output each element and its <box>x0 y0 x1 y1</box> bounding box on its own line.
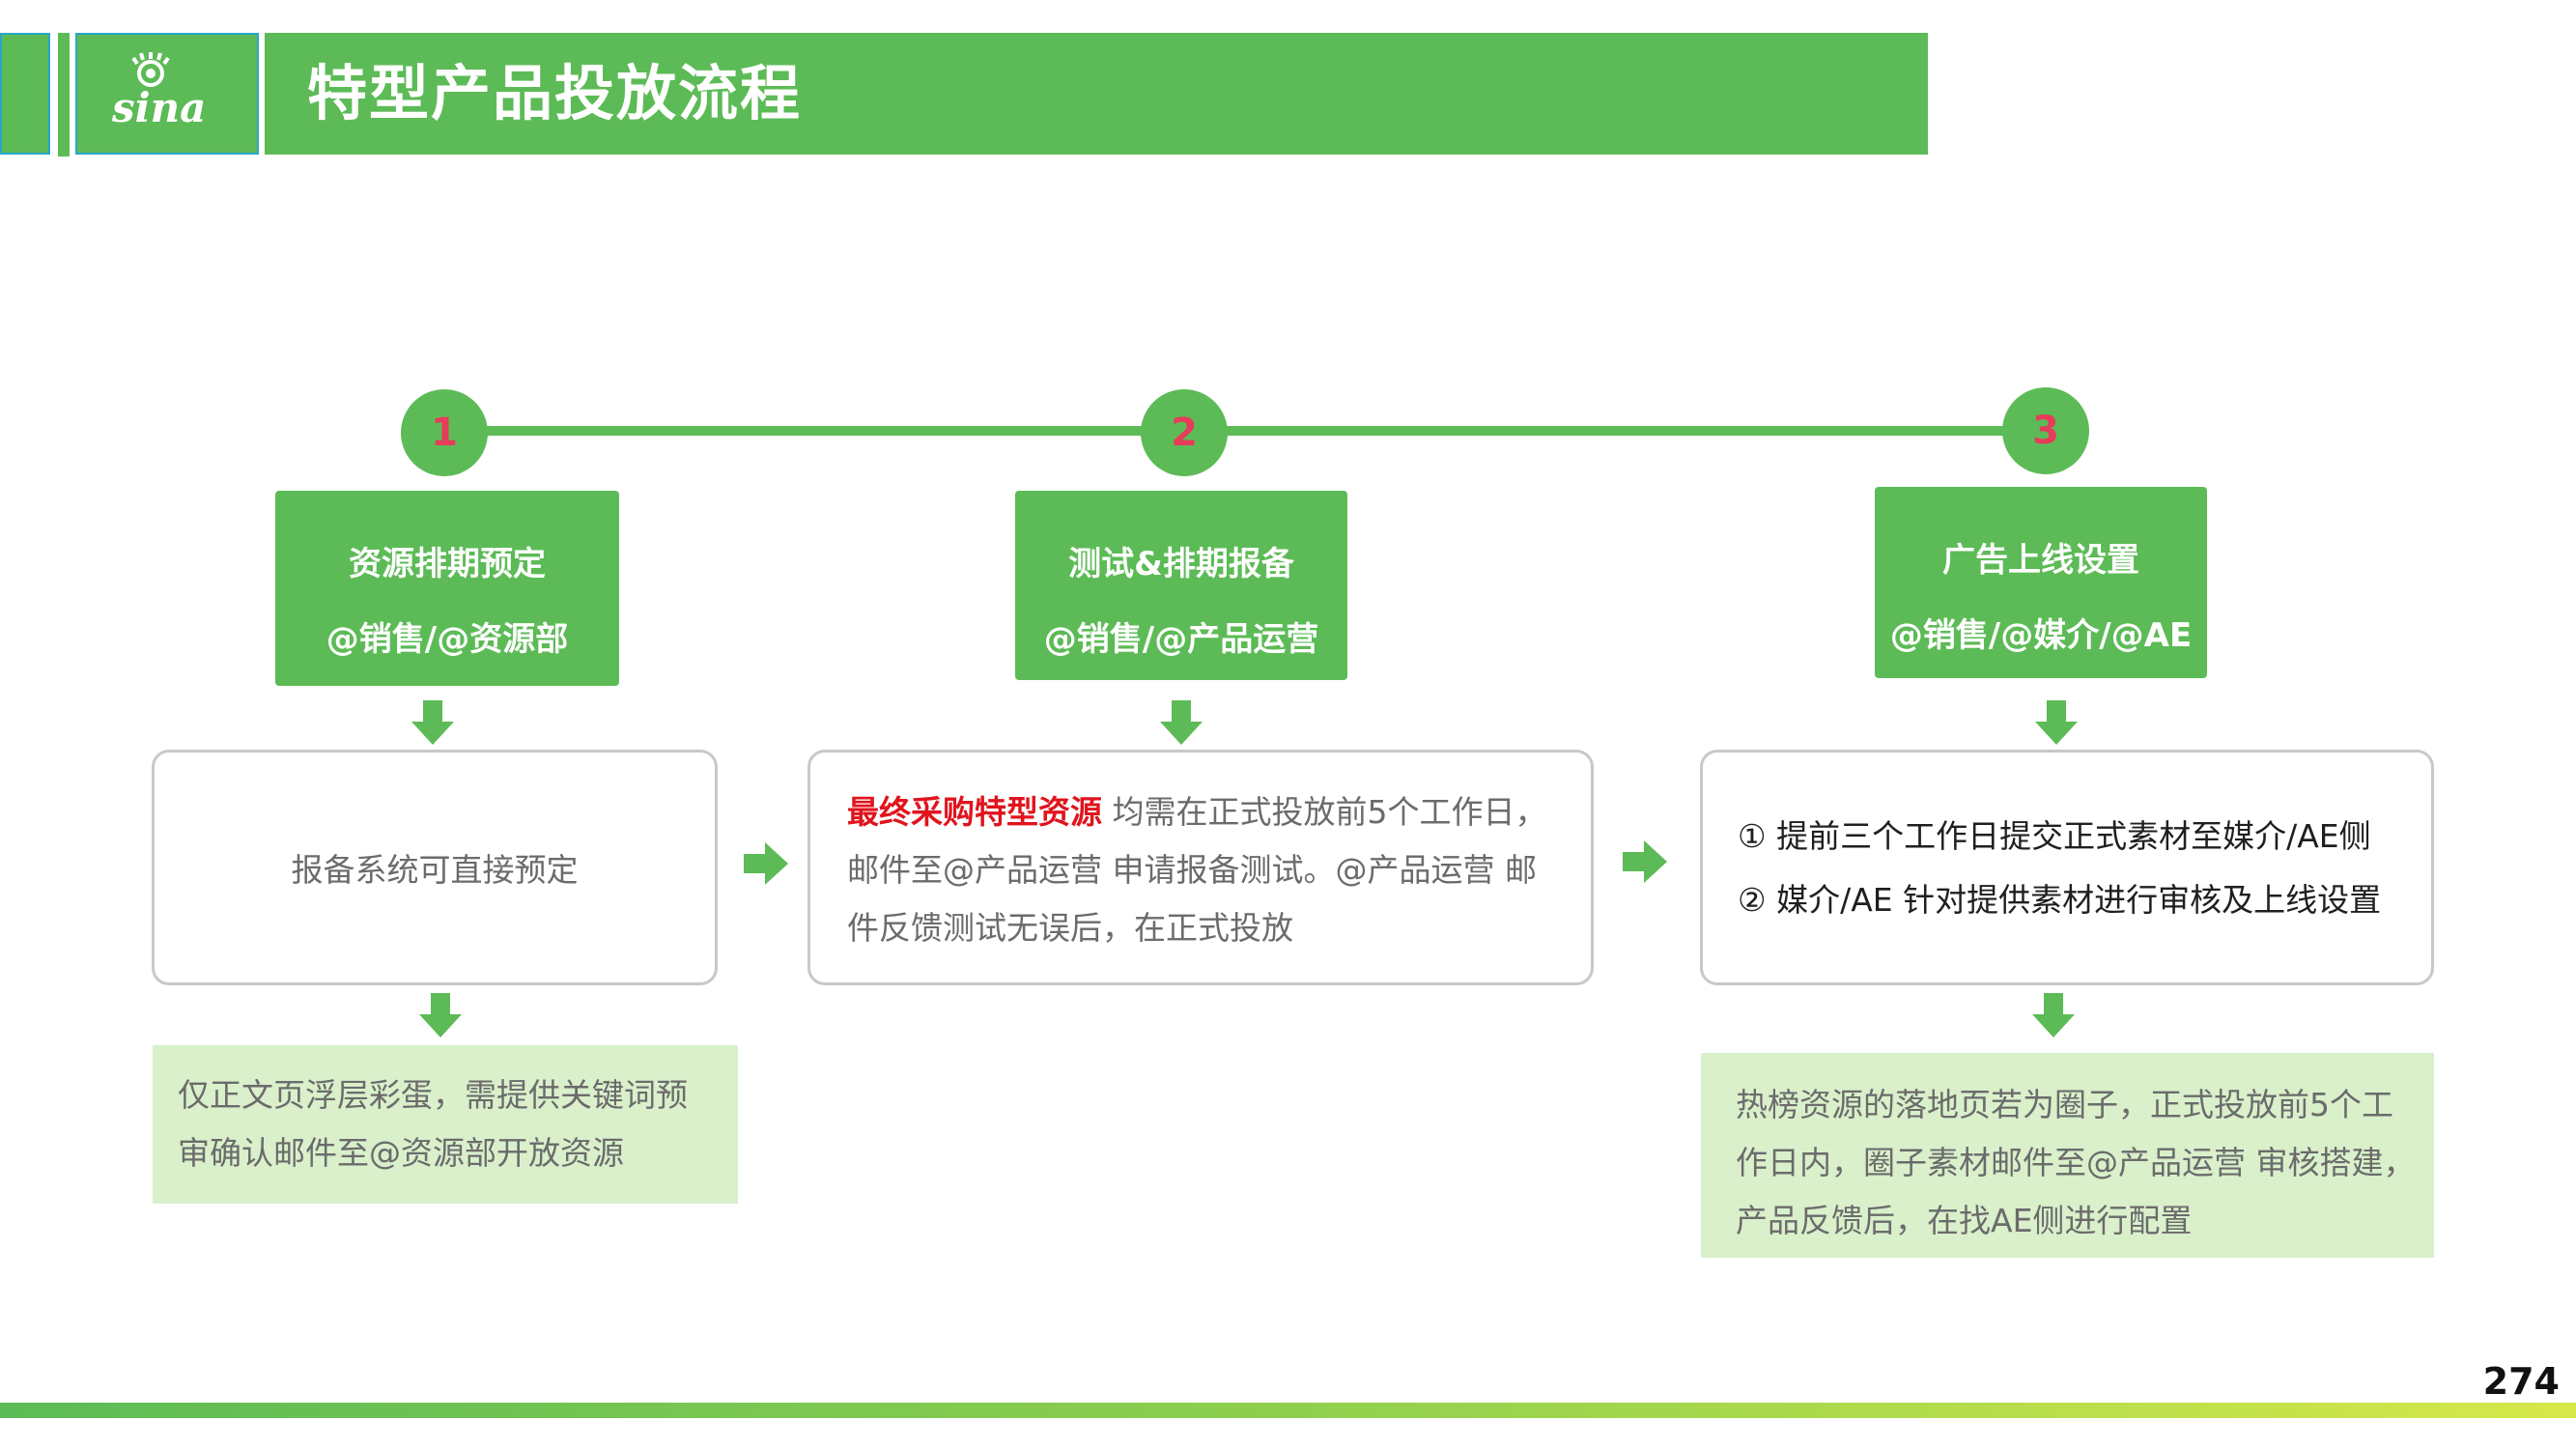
highlight-text: 最终采购特型资源 <box>847 793 1102 831</box>
step-box-2: 测试&排期报备 @销售/@产品运营 <box>1015 491 1347 680</box>
right-arrow-icon <box>744 842 788 885</box>
down-arrow-icon <box>411 700 454 747</box>
down-arrow-icon <box>2035 700 2078 747</box>
page-title: 特型产品投放流程 <box>307 58 803 128</box>
step-owners-1: @销售/@资源部 <box>326 620 569 659</box>
content-box-3-line-2: ② 媒介/AE 针对提供素材进行审核及上线设置 <box>1738 881 2382 919</box>
content-box-1: 报备系统可直接预定 <box>152 750 718 985</box>
note-1-line-1: 仅正文页浮层彩蛋，需提供关键词预 <box>178 1076 688 1114</box>
sina-logo-text: sina <box>111 84 206 131</box>
note-3-line-1: 热榜资源的落地页若为圈子，正式投放前5个工 <box>1736 1086 2393 1123</box>
content-box-2-line-1-rest: 均需在正式投放前5个工作日， <box>1102 793 1547 831</box>
down-arrow-icon <box>2032 993 2075 1039</box>
step-title-2: 测试&排期报备 <box>1068 545 1294 583</box>
step-title-3: 广告上线设置 <box>1942 541 2139 580</box>
sina-logo: sina <box>75 33 259 155</box>
step-number-2: 2 <box>1141 389 1228 476</box>
header-divider-bar <box>58 33 70 156</box>
step-number-3: 3 <box>2002 387 2089 474</box>
sina-eye-icon: sina <box>111 52 206 131</box>
step-owners-2: @销售/@产品运营 <box>1043 620 1319 659</box>
content-box-2-line-1: 最终采购特型资源 均需在正式投放前5个工作日， <box>847 783 1547 841</box>
header-left-block <box>0 33 50 155</box>
content-box-2-line-3: 件反馈测试无误后，在正式投放 <box>847 909 1293 947</box>
step-title-1: 资源排期预定 <box>349 545 546 583</box>
content-box-2: 最终采购特型资源 均需在正式投放前5个工作日， 邮件至@产品运营 申请报备测试。… <box>807 750 1594 985</box>
note-box-1: 仅正文页浮层彩蛋，需提供关键词预 审确认邮件至@资源部开放资源 <box>153 1045 738 1204</box>
content-box-3-line-1: ① 提前三个工作日提交正式素材至媒介/AE侧 <box>1738 817 2371 855</box>
footer-gradient-bar <box>0 1403 2576 1418</box>
content-box-1-text: 报备系统可直接预定 <box>291 851 579 889</box>
step-number-1: 1 <box>401 389 488 476</box>
note-3-line-2: 作日内，圈子素材邮件至@产品运营 审核搭建， <box>1736 1144 2416 1181</box>
page-number: 274 <box>2482 1360 2560 1403</box>
content-box-2-line-2: 邮件至@产品运营 申请报备测试。@产品运营 邮 <box>847 851 1537 889</box>
down-arrow-icon <box>1160 700 1203 747</box>
down-arrow-icon <box>419 993 462 1039</box>
step-box-3: 广告上线设置 @销售/@媒介/@AE <box>1875 487 2207 678</box>
note-3-line-3: 产品反馈后，在找AE侧进行配置 <box>1736 1202 2193 1239</box>
note-box-3: 热榜资源的落地页若为圈子，正式投放前5个工 作日内，圈子素材邮件至@产品运营 审… <box>1701 1053 2434 1258</box>
note-1-line-2: 审确认邮件至@资源部开放资源 <box>178 1134 624 1172</box>
step-box-1: 资源排期预定 @销售/@资源部 <box>275 491 619 686</box>
right-arrow-icon <box>1623 840 1667 883</box>
step-owners-3: @销售/@媒介/@AE <box>1889 616 2193 655</box>
content-box-3: ① 提前三个工作日提交正式素材至媒介/AE侧 ② 媒介/AE 针对提供素材进行审… <box>1700 750 2434 985</box>
timeline-line <box>444 426 2048 436</box>
